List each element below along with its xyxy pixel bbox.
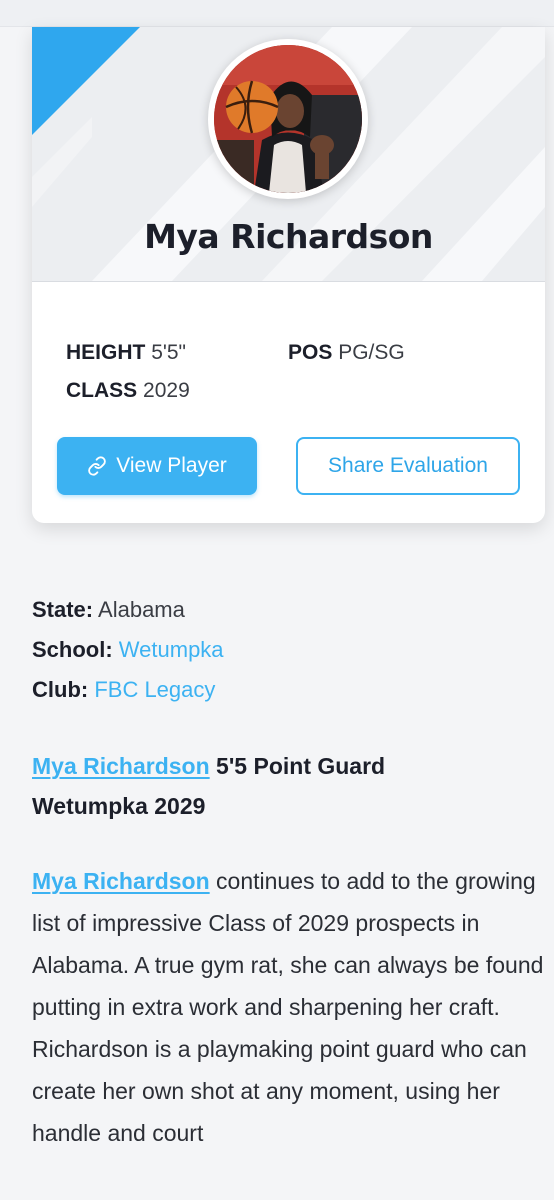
- avatar-frame: [208, 39, 368, 199]
- browser-top-bar: [0, 0, 554, 27]
- card-divider: [32, 281, 545, 282]
- view-player-label: View Player: [116, 454, 227, 477]
- height-value: 5'5": [151, 341, 187, 364]
- class-label: CLASS: [66, 379, 138, 402]
- player-card: Mya Richardson HEIGHT 5'5" POS PG/SG CLA…: [32, 27, 545, 523]
- position-value: PG/SG: [338, 341, 405, 364]
- body-player-link[interactable]: Mya Richardson: [32, 868, 210, 894]
- state-label: State:: [32, 597, 94, 622]
- player-name: Mya Richardson: [144, 217, 433, 256]
- headline-line2: Wetumpka 2029: [32, 793, 206, 819]
- class-value: 2029: [143, 379, 190, 402]
- player-photo: [214, 45, 362, 193]
- club-link[interactable]: FBC Legacy: [94, 677, 215, 702]
- headline-player-link[interactable]: Mya Richardson: [32, 753, 210, 779]
- height-label: HEIGHT: [66, 341, 146, 364]
- share-evaluation-button[interactable]: Share Evaluation: [296, 437, 520, 495]
- player-card-header: Mya Richardson: [32, 27, 545, 281]
- club-label: Club:: [32, 677, 89, 702]
- club-row: Club: FBC Legacy: [32, 677, 215, 703]
- link-icon: [87, 456, 107, 476]
- article-headline: Mya Richardson 5'5 Point Guard Wetumpka …: [32, 746, 532, 826]
- avatar: [214, 45, 362, 193]
- headline-line1: 5'5 Point Guard: [209, 753, 386, 779]
- height-stat: HEIGHT 5'5": [66, 341, 186, 365]
- article-body-text: continues to add to the growing list of …: [32, 868, 544, 1146]
- school-label: School:: [32, 637, 113, 662]
- state-row: State: Alabama: [32, 597, 185, 623]
- share-evaluation-label: Share Evaluation: [328, 454, 488, 477]
- school-row: School: Wetumpka: [32, 637, 224, 663]
- state-value: Alabama: [98, 597, 185, 622]
- position-stat: POS PG/SG: [288, 341, 405, 365]
- position-label: POS: [288, 341, 333, 364]
- school-link[interactable]: Wetumpka: [119, 637, 224, 662]
- class-stat: CLASS 2029: [66, 379, 190, 403]
- article-body: Mya Richardson continues to add to the g…: [32, 860, 547, 1200]
- view-player-button[interactable]: View Player: [57, 437, 257, 495]
